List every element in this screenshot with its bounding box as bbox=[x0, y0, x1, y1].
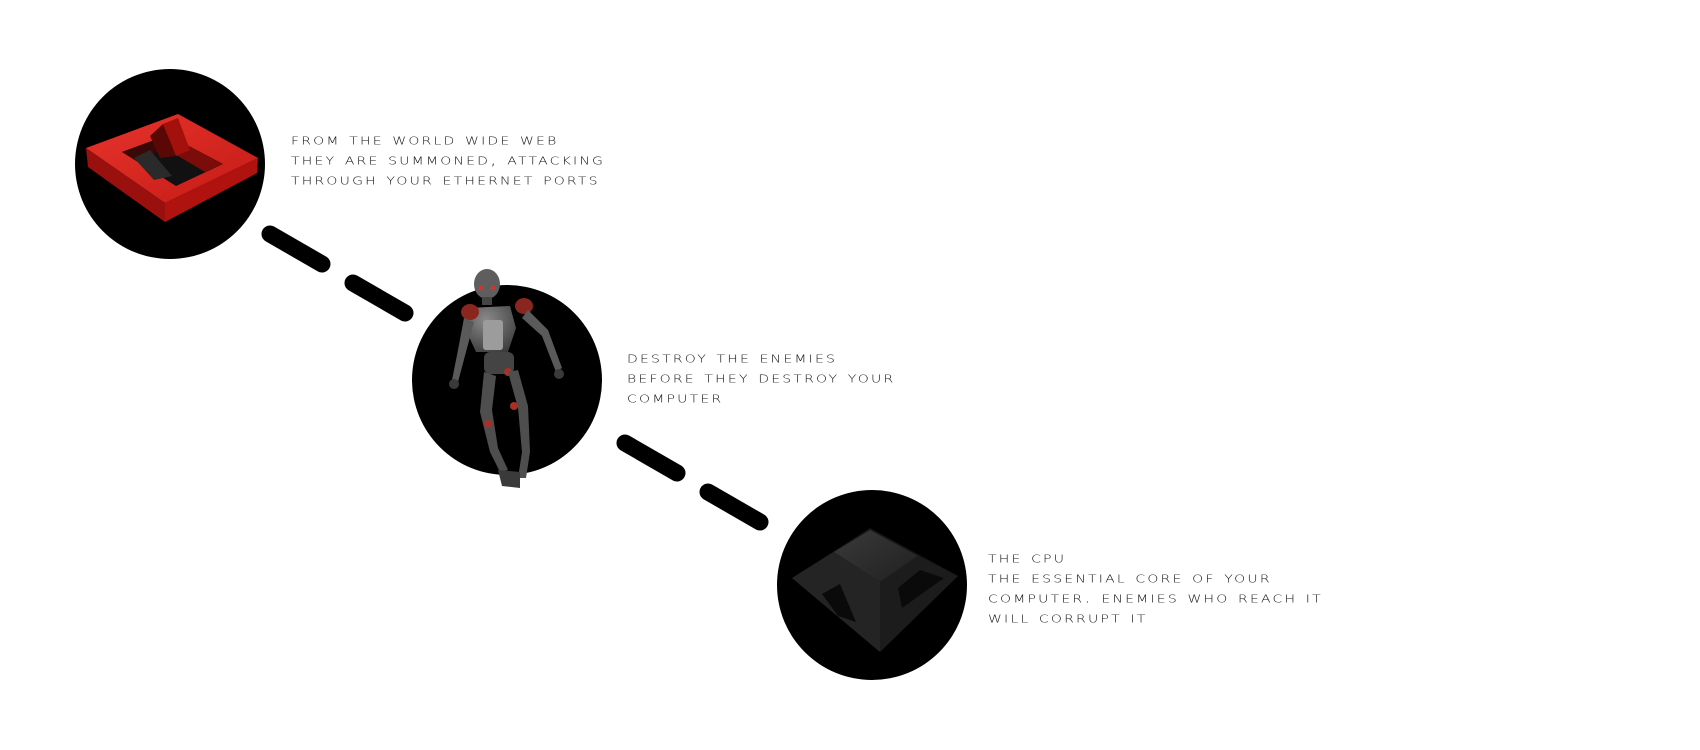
enemies-stage bbox=[412, 269, 602, 488]
spawn-description-line: through your ethernet ports bbox=[291, 169, 600, 189]
cpu-description-line: computer. Enemies who reach it bbox=[988, 587, 1323, 607]
cpu-stage bbox=[777, 490, 967, 680]
enemies-description-line: computer bbox=[627, 387, 724, 407]
spawn-description-line: From the World Wide Web bbox=[291, 129, 559, 149]
cpu-description-line: The essential core of your bbox=[988, 567, 1272, 587]
cpu-description-line: The CPU bbox=[988, 547, 1067, 567]
enemies-description-line: before they destroy your bbox=[627, 367, 896, 387]
cpu-description: The CPU The essential core of your compu… bbox=[988, 547, 1323, 627]
spawn-description: From the World Wide Web they are summone… bbox=[291, 129, 605, 189]
cpu-description-line: will corrupt it bbox=[988, 607, 1148, 627]
enemies-description-line: Destroy the enemies bbox=[627, 347, 838, 367]
spawn-stage bbox=[75, 69, 265, 259]
path-dash bbox=[261, 225, 331, 273]
path-dash bbox=[616, 434, 686, 482]
enemies-description: Destroy the enemies before they destroy … bbox=[627, 347, 895, 407]
path-dash bbox=[344, 274, 414, 322]
spawn-description-line: they are summoned, attacking bbox=[291, 149, 606, 169]
path-dash bbox=[699, 483, 769, 531]
